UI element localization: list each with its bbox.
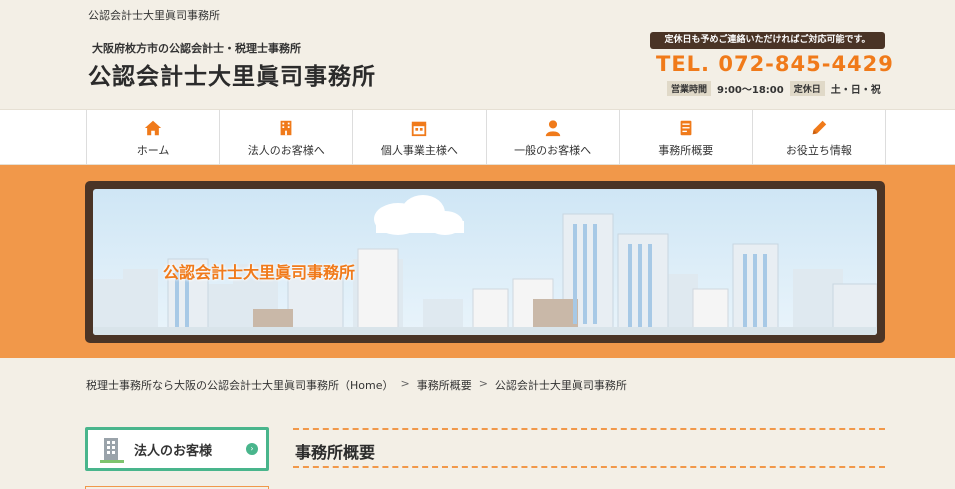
nav-item-label: 個人事業主様へ	[380, 143, 458, 157]
closed-value: 土・日・祝	[830, 85, 881, 96]
person-icon	[545, 119, 560, 136]
store-icon	[412, 121, 427, 136]
nav-item-label: 法人のお客様へ	[247, 143, 325, 157]
sidebar-corporate-button[interactable]: 法人のお客様 ›	[85, 427, 269, 471]
nav-item-label: 一般のお客様へ	[514, 143, 592, 157]
nav-item-general[interactable]: 一般のお客様へ	[485, 110, 619, 166]
banner-frame: 公認会計士大里眞司事務所	[85, 181, 885, 343]
header-subtitle: 大阪府枚方市の公認会計士・税理士事務所	[92, 42, 301, 55]
breadcrumb-office-overview-link[interactable]: 事務所概要	[417, 377, 472, 393]
section-title-block: 事務所概要	[293, 428, 885, 468]
site-logo-title[interactable]: 公認会計士大里眞司事務所	[88, 57, 376, 91]
banner-heading: 公認会計士大里眞司事務所	[163, 263, 356, 282]
pencil-icon	[812, 120, 827, 134]
closed-day-notice: 定休日も予めご連絡いただければご対応可能です。	[650, 32, 885, 49]
breadcrumb-current: 公認会計士大里眞司事務所	[494, 379, 627, 392]
document-icon	[680, 120, 692, 135]
section-title: 事務所概要	[295, 443, 376, 462]
business-hours: 営業時間 9:00〜18:00 定休日 土・日・祝	[667, 81, 887, 96]
nav-item-label: ホーム	[136, 143, 170, 157]
nav-item-label: お役立ち情報	[785, 143, 852, 157]
site-name-topline: 公認会計士大里眞司事務所	[88, 9, 220, 22]
breadcrumb-separator: >	[400, 377, 410, 390]
breadcrumb: 税理士事務所なら大阪の公認会計士大里眞司事務所（Home） > 事務所概要 > …	[86, 377, 627, 393]
office-building-icon	[100, 438, 124, 463]
closed-label: 定休日	[789, 81, 825, 96]
home-icon	[144, 120, 162, 135]
breadcrumb-separator: >	[478, 377, 488, 390]
nav-item-useful-info[interactable]: お役立ち情報	[751, 110, 887, 166]
nav-item-sole-proprietor[interactable]: 個人事業主様へ	[352, 110, 485, 166]
sidebar-button-label: 法人のお客様	[134, 443, 213, 459]
building-icon	[280, 120, 292, 135]
breadcrumb-home-link[interactable]: 税理士事務所なら大阪の公認会計士大里眞司事務所（Home）	[86, 377, 393, 393]
banner-image: 公認会計士大里眞司事務所	[93, 189, 877, 335]
nav-item-office-overview[interactable]: 事務所概要	[618, 110, 752, 166]
hours-value: 9:00〜18:00	[717, 85, 784, 96]
nav-item-label: 事務所概要	[658, 143, 714, 157]
nav-item-home[interactable]: ホーム	[86, 110, 219, 166]
global-nav-list: ホーム 法人のお客様へ 個人事業主様へ 一般のお客様へ 事務所概要 お役立ち情報	[86, 110, 887, 166]
hours-label: 営業時間	[667, 81, 712, 96]
global-nav: ホーム 法人のお客様へ 個人事業主様へ 一般のお客様へ 事務所概要 お役立ち情報	[0, 109, 955, 166]
phone-number[interactable]: TEL. 072-845-4429	[656, 52, 894, 76]
nav-item-corporate[interactable]: 法人のお客様へ	[219, 110, 352, 166]
arrow-right-icon: ›	[246, 443, 258, 455]
